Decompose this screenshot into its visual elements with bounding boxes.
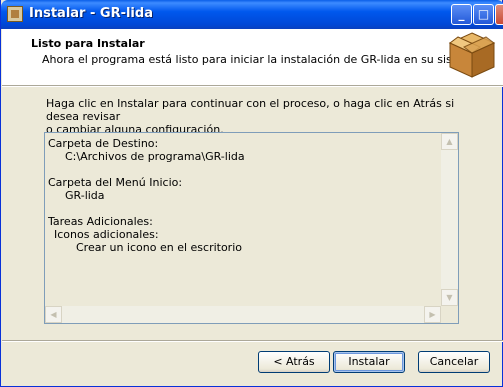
menu-label: Carpeta del Menú Inicio: xyxy=(48,176,183,189)
cancel-button[interactable]: Cancelar xyxy=(418,351,490,373)
minimize-button[interactable]: _ xyxy=(451,4,472,25)
intro-line-1: Haga clic en Instalar para continuar con… xyxy=(46,97,455,123)
scroll-up-arrow-icon[interactable]: ▲ xyxy=(441,133,458,150)
scroll-right-arrow-icon[interactable]: ▶ xyxy=(424,306,441,323)
installer-window: Instalar - GR-lida _ □ Listo para Instal… xyxy=(0,0,503,387)
scroll-down-arrow-icon[interactable]: ▼ xyxy=(441,289,458,306)
intro-text: Haga clic en Instalar para continuar con… xyxy=(46,97,476,136)
wizard-header: Listo para Instalar Ahora el programa es… xyxy=(2,29,503,85)
tasks-label: Tareas Adicionales: xyxy=(48,215,153,228)
tasks-item: Crear un icono en el escritorio xyxy=(76,241,242,254)
header-subtitle: Ahora el programa está listo para inicia… xyxy=(42,53,484,66)
maximize-button[interactable]: □ xyxy=(473,4,494,25)
scrollbar-corner xyxy=(441,306,458,323)
menu-value: GR-lida xyxy=(65,189,105,202)
header-divider xyxy=(2,85,503,87)
vertical-scrollbar[interactable]: ▲ ▼ xyxy=(441,133,458,306)
tasks-group: Iconos adicionales: xyxy=(54,228,159,241)
summary-content: Carpeta de Destino: C:\Archivos de progra… xyxy=(48,137,438,254)
horizontal-scrollbar[interactable]: ◀ ▶ xyxy=(45,306,441,323)
back-button[interactable]: < Atrás xyxy=(258,351,330,373)
dest-label: Carpeta de Destino: xyxy=(48,137,159,150)
dest-value: C:\Archivos de programa\GR-lida xyxy=(65,150,245,163)
close-button[interactable] xyxy=(495,4,503,25)
app-icon xyxy=(7,6,23,22)
title-bar[interactable]: Instalar - GR-lida _ □ xyxy=(1,0,503,29)
header-title: Listo para Instalar xyxy=(31,37,145,50)
summary-memo[interactable]: Carpeta de Destino: C:\Archivos de progra… xyxy=(44,132,459,324)
package-box-icon xyxy=(448,32,496,78)
footer-divider xyxy=(2,340,503,342)
window-title: Instalar - GR-lida xyxy=(29,6,153,21)
install-button[interactable]: Instalar xyxy=(333,351,405,373)
scroll-left-arrow-icon[interactable]: ◀ xyxy=(45,306,62,323)
